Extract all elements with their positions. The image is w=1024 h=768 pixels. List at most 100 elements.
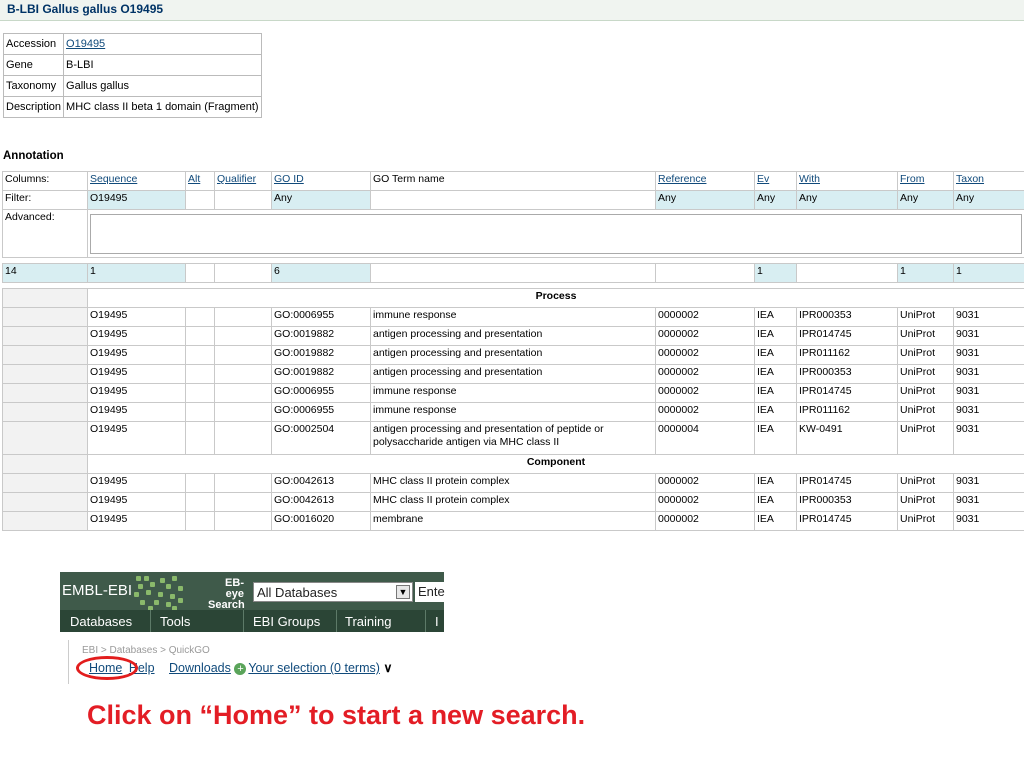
column-header[interactable]: Ev [754, 171, 797, 191]
annotation-viewport: Columns: Sequence Alt Qualifier GO ID GO Term… [0, 0, 1024, 539]
table-cell: 0000002 [655, 402, 755, 422]
table-cell: UniProt [897, 364, 954, 384]
table-cell: UniProt [897, 402, 954, 422]
count-cell: 1 [754, 263, 797, 283]
table-row[interactable]: O19495 GO:0019882 antigen processing and p… [2, 345, 1024, 365]
nav-ebi-groups[interactable]: EBI Groups [253, 614, 320, 629]
ebi-header: EMBL-EBI EB-eye Search All Databases ▼ En… [60, 572, 445, 611]
nav-training[interactable]: Training [345, 614, 391, 629]
table-row[interactable]: O19495 GO:0006955 immune response 0000002 IE… [2, 402, 1024, 422]
filter-cell[interactable] [214, 190, 272, 210]
column-header[interactable]: Sequence [87, 171, 186, 191]
table-cell: 0000002 [655, 473, 755, 493]
table-row[interactable]: O19495 GO:0019882 antigen processing and p… [2, 326, 1024, 346]
table-cell: UniProt [897, 307, 954, 327]
table-cell: immune response [370, 402, 656, 422]
table-cell [214, 326, 272, 346]
table-cell: GO:0016020 [271, 511, 371, 531]
ebi-nav-bar: Databases Tools EBI Groups Training I [60, 610, 444, 632]
row-spacer [2, 492, 88, 512]
table-cell: immune response [370, 383, 656, 403]
count-cell [796, 263, 898, 283]
column-header[interactable]: Reference [655, 171, 755, 191]
database-select[interactable]: All Databases ▼ [253, 582, 413, 602]
nav-more[interactable]: I [435, 614, 439, 629]
table-cell: IEA [754, 307, 797, 327]
table-row[interactable]: O19495 GO:0002504 antigen processing and p… [2, 421, 1024, 455]
table-cell: O19495 [87, 511, 186, 531]
table-cell: O19495 [87, 345, 186, 365]
table-cell: 0000002 [655, 492, 755, 512]
count-cell [370, 263, 656, 283]
table-cell: IPR000353 [796, 492, 898, 512]
advanced-query-input[interactable] [90, 214, 1022, 254]
table-cell: O19495 [87, 402, 186, 422]
table-cell: 9031 [953, 492, 1024, 512]
table-row[interactable]: O19495 GO:0019882 antigen processing and p… [2, 364, 1024, 384]
table-row[interactable]: O19495 GO:0042613 MHC class II protein com… [2, 473, 1024, 493]
column-header[interactable]: GO ID [271, 171, 371, 191]
advanced-row: Advanced: [2, 209, 1024, 258]
nav-tools[interactable]: Tools [160, 614, 190, 629]
table-row[interactable]: O19495 GO:0006955 immune response 0000002 IE… [2, 307, 1024, 327]
columns-label: Columns: [2, 171, 88, 191]
column-header[interactable]: Alt [185, 171, 215, 191]
ebi-logo[interactable]: EMBL-EBI [62, 582, 132, 599]
table-cell: GO:0006955 [271, 402, 371, 422]
table-row[interactable]: O19495 GO:0006955 immune response 0000002 IE… [2, 383, 1024, 403]
table-cell: 9031 [953, 307, 1024, 327]
table-cell [185, 345, 215, 365]
your-selection-link[interactable]: Your selection (0 terms) [248, 661, 380, 675]
table-cell [214, 402, 272, 422]
filter-cell[interactable]: Any [897, 190, 954, 210]
filter-cell[interactable]: Any [796, 190, 898, 210]
column-header[interactable]: From [897, 171, 954, 191]
table-cell: 0000002 [655, 307, 755, 327]
table-cell: IEA [754, 421, 797, 455]
row-spacer [2, 511, 88, 531]
table-cell: antigen processing and presentation [370, 326, 656, 346]
table-cell: GO:0042613 [271, 492, 371, 512]
table-row[interactable]: O19495 GO:0016020 membrane 0000002 IEA IPR014… [2, 511, 1024, 531]
filter-cell[interactable]: O19495 [87, 190, 186, 210]
table-cell: O19495 [87, 383, 186, 403]
column-header: GO Term name [370, 171, 656, 191]
filter-cell[interactable]: Any [271, 190, 371, 210]
table-cell: UniProt [897, 345, 954, 365]
search-input[interactable]: Ente [415, 582, 445, 602]
row-spacer [2, 473, 88, 493]
column-header[interactable]: With [796, 171, 898, 191]
chevron-down-icon[interactable]: ∨ [383, 661, 392, 675]
table-cell: 9031 [953, 326, 1024, 346]
filter-cell[interactable] [370, 190, 656, 210]
filter-cell[interactable]: Any [655, 190, 755, 210]
chevron-down-icon[interactable]: ▼ [396, 585, 410, 599]
table-cell: antigen processing and presentation of p… [370, 421, 656, 455]
filter-cell[interactable]: Any [754, 190, 797, 210]
section-name: Component [87, 454, 1024, 474]
filter-cell[interactable] [185, 190, 215, 210]
table-cell: UniProt [897, 326, 954, 346]
downloads-link[interactable]: Downloads [169, 661, 231, 675]
row-spacer [2, 326, 88, 346]
column-header[interactable]: Qualifier [214, 171, 272, 191]
table-cell: antigen processing and presentation [370, 345, 656, 365]
count-cell: 1 [87, 263, 186, 283]
column-header[interactable]: Taxon [953, 171, 1024, 191]
table-cell [185, 326, 215, 346]
table-cell: 9031 [953, 421, 1024, 455]
row-spacer [2, 383, 88, 403]
table-cell: O19495 [87, 421, 186, 455]
table-cell: IEA [754, 473, 797, 493]
annotation-table: Columns: Sequence Alt Qualifier GO ID GO Term… [2, 171, 1024, 531]
nav-databases[interactable]: Databases [70, 614, 132, 629]
table-cell: IPR011162 [796, 345, 898, 365]
count-row: 14 1 6 1 1 1 [2, 263, 1024, 283]
table-cell: GO:0019882 [271, 364, 371, 384]
filter-cell[interactable]: Any [953, 190, 1024, 210]
table-cell [185, 364, 215, 384]
count-cell [185, 263, 215, 283]
table-row[interactable]: O19495 GO:0042613 MHC class II protein com… [2, 492, 1024, 512]
table-cell: MHC class II protein complex [370, 473, 656, 493]
table-cell: GO:0042613 [271, 473, 371, 493]
